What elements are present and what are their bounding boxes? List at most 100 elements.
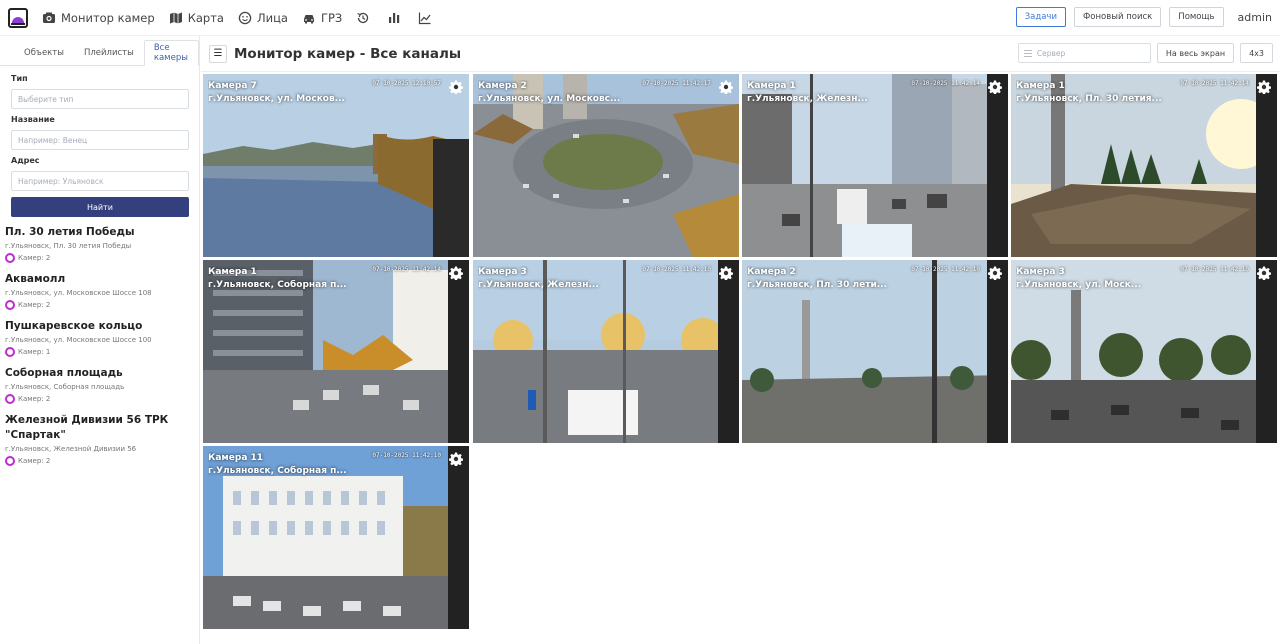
object-address: г.Ульяновск, ул. Московское Шоссе 100: [5, 336, 152, 344]
car-icon: [302, 11, 316, 25]
tasks-button[interactable]: Задачи: [1015, 7, 1066, 27]
main-panel: ☰ Монитор камер - Все каналы Сервер На в…: [201, 36, 1280, 644]
main-header: ☰ Монитор камер - Все каналы Сервер На в…: [201, 36, 1280, 72]
nav-plates[interactable]: ГРЗ: [302, 0, 342, 36]
camera-name: Камера 3: [1016, 267, 1065, 277]
camera-timestamp: 07-10-2025 11:42:14: [1180, 80, 1249, 87]
object-title: Пл. 30 летия Победы: [5, 226, 135, 238]
find-button[interactable]: Найти: [11, 197, 189, 217]
camera-tile[interactable]: Камера 1 г.Ульяновск, Соборная п... 07-10-…: [203, 260, 469, 443]
sidebar-tabs: Объекты Плейлисты Все камеры: [0, 40, 199, 66]
top-navbar: Монитор камер Карта Лица ГРЗ Задачи Фоно…: [0, 0, 1280, 36]
camera-tile[interactable]: Камера 11 г.Ульяновск, Соборная п... 07-10…: [203, 446, 469, 629]
camera-ring-icon: [5, 253, 15, 263]
camera-label: Камера 3 г.Ульяновск, Железн...: [478, 266, 638, 292]
nav-monitor[interactable]: Монитор камер: [42, 0, 155, 36]
face-icon: [238, 11, 252, 25]
camera-ring-icon: [5, 347, 15, 357]
tab-objects[interactable]: Объекты: [14, 40, 74, 66]
camera-name: Камера 1: [1016, 81, 1065, 91]
server-placeholder: Сервер: [1036, 48, 1066, 58]
camera-timestamp: 07-10-2025 11:42:17: [642, 80, 711, 87]
list-item[interactable]: Аквамолл г.Ульяновск, ул. Московское Шос…: [5, 272, 194, 310]
camera-label: Камера 7 г.Ульяновск, ул. Москов...: [208, 80, 368, 106]
gear-icon[interactable]: [449, 452, 463, 466]
camera-timestamp: 07-10-2025 11:42:10: [642, 266, 711, 273]
camera-address: г.Ульяновск, ул. Московс...: [478, 94, 621, 104]
main-header-controls: Сервер На весь экран 4x3: [1017, 43, 1273, 63]
fullscreen-button[interactable]: На весь экран: [1156, 43, 1235, 63]
sidebar: Объекты Плейлисты Все камеры Тип Выберит…: [0, 36, 200, 644]
nav-map[interactable]: Карта: [169, 0, 224, 36]
type-select[interactable]: Выберите тип: [11, 89, 189, 109]
camera-tile[interactable]: Камера 2 г.Ульяновск, Пл. 30 лети... 07-10…: [742, 260, 1008, 443]
object-camera-count: Камер: 2: [5, 300, 194, 310]
grid-layout-button[interactable]: 4x3: [1240, 43, 1273, 63]
camera-tile[interactable]: Камера 1 г.Ульяновск, Пл. 30 летия... 07-1…: [1011, 74, 1277, 257]
camera-label: Камера 11 г.Ульяновск, Соборная п...: [208, 452, 368, 478]
camera-count-text: Камер: 2: [18, 395, 51, 403]
camera-label: Камера 1 г.Ульяновск, Соборная п...: [208, 266, 368, 292]
gear-icon[interactable]: [719, 266, 733, 280]
camera-tile[interactable]: Камера 1 г.Ульяновск, Железн... 07-10-2025…: [742, 74, 1008, 257]
object-address: г.Ульяновск, Пл. 30 летия Победы: [5, 242, 132, 250]
camera-label: Камера 1 г.Ульяновск, Железн...: [747, 80, 907, 106]
object-camera-count: Камер: 2: [5, 394, 194, 404]
gear-icon[interactable]: [1257, 80, 1271, 94]
camera-label: Камера 3 г.Ульяновск, ул. Моск...: [1016, 266, 1176, 292]
nav-history[interactable]: [356, 0, 375, 36]
nav-statistics[interactable]: [387, 0, 406, 36]
list-item[interactable]: Соборная площадь г.Ульяновск, Соборная п…: [5, 366, 194, 404]
gear-icon[interactable]: [1257, 266, 1271, 280]
name-input[interactable]: Например: Венец: [11, 130, 189, 150]
camera-tile[interactable]: Камера 3 г.Ульяновск, ул. Моск... 07-10-20…: [1011, 260, 1277, 443]
gear-icon[interactable]: [988, 266, 1002, 280]
filter-form: Тип Выберите тип Название Например: Вене…: [0, 66, 199, 217]
camera-count-text: Камер: 2: [18, 457, 51, 465]
hamburger-icon[interactable]: ☰: [209, 44, 227, 63]
address-input[interactable]: Например: Ульяновск: [11, 171, 189, 191]
app-logo[interactable]: [8, 7, 28, 28]
camera-address: г.Ульяновск, Соборная п...: [208, 466, 347, 476]
gear-icon[interactable]: [449, 80, 463, 94]
nav-plates-label: ГРЗ: [320, 10, 343, 25]
camera-timestamp: 07-10-2025 11:42:14: [372, 266, 441, 273]
tab-playlists[interactable]: Плейлисты: [74, 40, 144, 66]
server-select[interactable]: Сервер: [1017, 43, 1151, 63]
gear-icon[interactable]: [719, 80, 733, 94]
camera-tile[interactable]: Камера 2 г.Ульяновск, ул. Московс... 07-10…: [473, 74, 739, 257]
object-camera-count: Камер: 1: [5, 347, 194, 357]
nav-monitor-label: Монитор камер: [61, 10, 155, 25]
camera-label: Камера 2 г.Ульяновск, ул. Московс...: [478, 80, 638, 106]
line-chart-icon: [418, 11, 432, 25]
help-button[interactable]: Помощь: [1169, 7, 1224, 27]
map-icon: [169, 11, 183, 25]
camera-timestamp: 07-10-2025 12:10:57: [372, 80, 441, 87]
gear-icon[interactable]: [449, 266, 463, 280]
object-title: Железной Дивизии 56 ТРК "Спартак": [5, 414, 169, 441]
object-title: Пушкаревское кольцо: [5, 320, 143, 332]
gear-icon[interactable]: [988, 80, 1002, 94]
camera-timestamp: 07-10-2025 11:42:10: [1180, 266, 1249, 273]
background-search-button[interactable]: Фоновый поиск: [1073, 7, 1162, 27]
object-list: Пл. 30 летия Победы г.Ульяновск, Пл. 30 …: [0, 217, 199, 466]
object-camera-count: Камер: 2: [5, 456, 194, 466]
list-item[interactable]: Пл. 30 летия Победы г.Ульяновск, Пл. 30 …: [5, 225, 194, 263]
name-label: Название: [11, 115, 55, 124]
camera-name: Камера 2: [478, 81, 527, 91]
camera-count-text: Камер: 1: [18, 348, 51, 356]
object-camera-count: Камер: 2: [5, 253, 194, 263]
nav-faces[interactable]: Лица: [238, 0, 288, 36]
nav-analytics[interactable]: [418, 0, 437, 36]
tab-all-cameras[interactable]: Все камеры: [143, 40, 199, 66]
camera-tile[interactable]: Камера 3 г.Ульяновск, Железн... 07-10-2025…: [473, 260, 739, 443]
list-item[interactable]: Пушкаревское кольцо г.Ульяновск, ул. Мос…: [5, 319, 194, 357]
camera-ring-icon: [5, 300, 15, 310]
camera-timestamp: 07-10-2025 11:42:14: [911, 80, 980, 87]
user-name[interactable]: admin: [1238, 11, 1272, 24]
camera-label: Камера 1 г.Ульяновск, Пл. 30 летия...: [1016, 80, 1176, 106]
camera-label: Камера 2 г.Ульяновск, Пл. 30 лети...: [747, 266, 907, 292]
camera-tile[interactable]: Камера 7 г.Ульяновск, ул. Москов... 07-10-…: [203, 74, 469, 257]
list-item[interactable]: Железной Дивизии 56 ТРК "Спартак" г.Улья…: [5, 413, 194, 466]
camera-address: г.Ульяновск, Железн...: [747, 94, 868, 104]
